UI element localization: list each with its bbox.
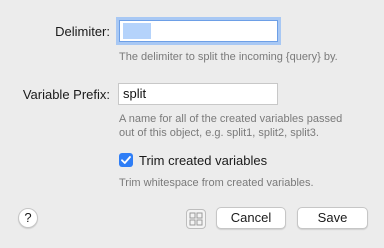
delimiter-help: The delimiter to split the incoming {que… bbox=[119, 51, 338, 63]
grid-icon[interactable] bbox=[186, 209, 206, 229]
variable-prefix-value: split bbox=[123, 86, 147, 101]
delimiter-label: Delimiter: bbox=[55, 24, 110, 39]
grid-glyph-icon bbox=[189, 212, 203, 226]
delimiter-field[interactable] bbox=[119, 20, 278, 42]
help-button[interactable]: ? bbox=[18, 208, 38, 228]
variable-prefix-label: Variable Prefix: bbox=[22, 87, 110, 102]
trim-help: Trim whitespace from created variables. bbox=[119, 177, 314, 189]
cancel-button[interactable]: Cancel bbox=[216, 207, 286, 229]
checkmark-icon bbox=[121, 156, 131, 164]
question-mark-icon: ? bbox=[24, 210, 32, 225]
save-button[interactable]: Save bbox=[297, 207, 368, 229]
text-selection-highlight bbox=[123, 23, 151, 39]
variable-prefix-field[interactable]: split bbox=[118, 83, 278, 105]
variable-prefix-help-line-2: out of this object, e.g. split1, split2,… bbox=[119, 127, 319, 139]
trim-checkbox-label[interactable]: Trim created variables bbox=[139, 153, 267, 168]
variable-prefix-help-line-1: A name for all of the created variables … bbox=[119, 113, 343, 125]
trim-checkbox[interactable] bbox=[119, 153, 133, 167]
